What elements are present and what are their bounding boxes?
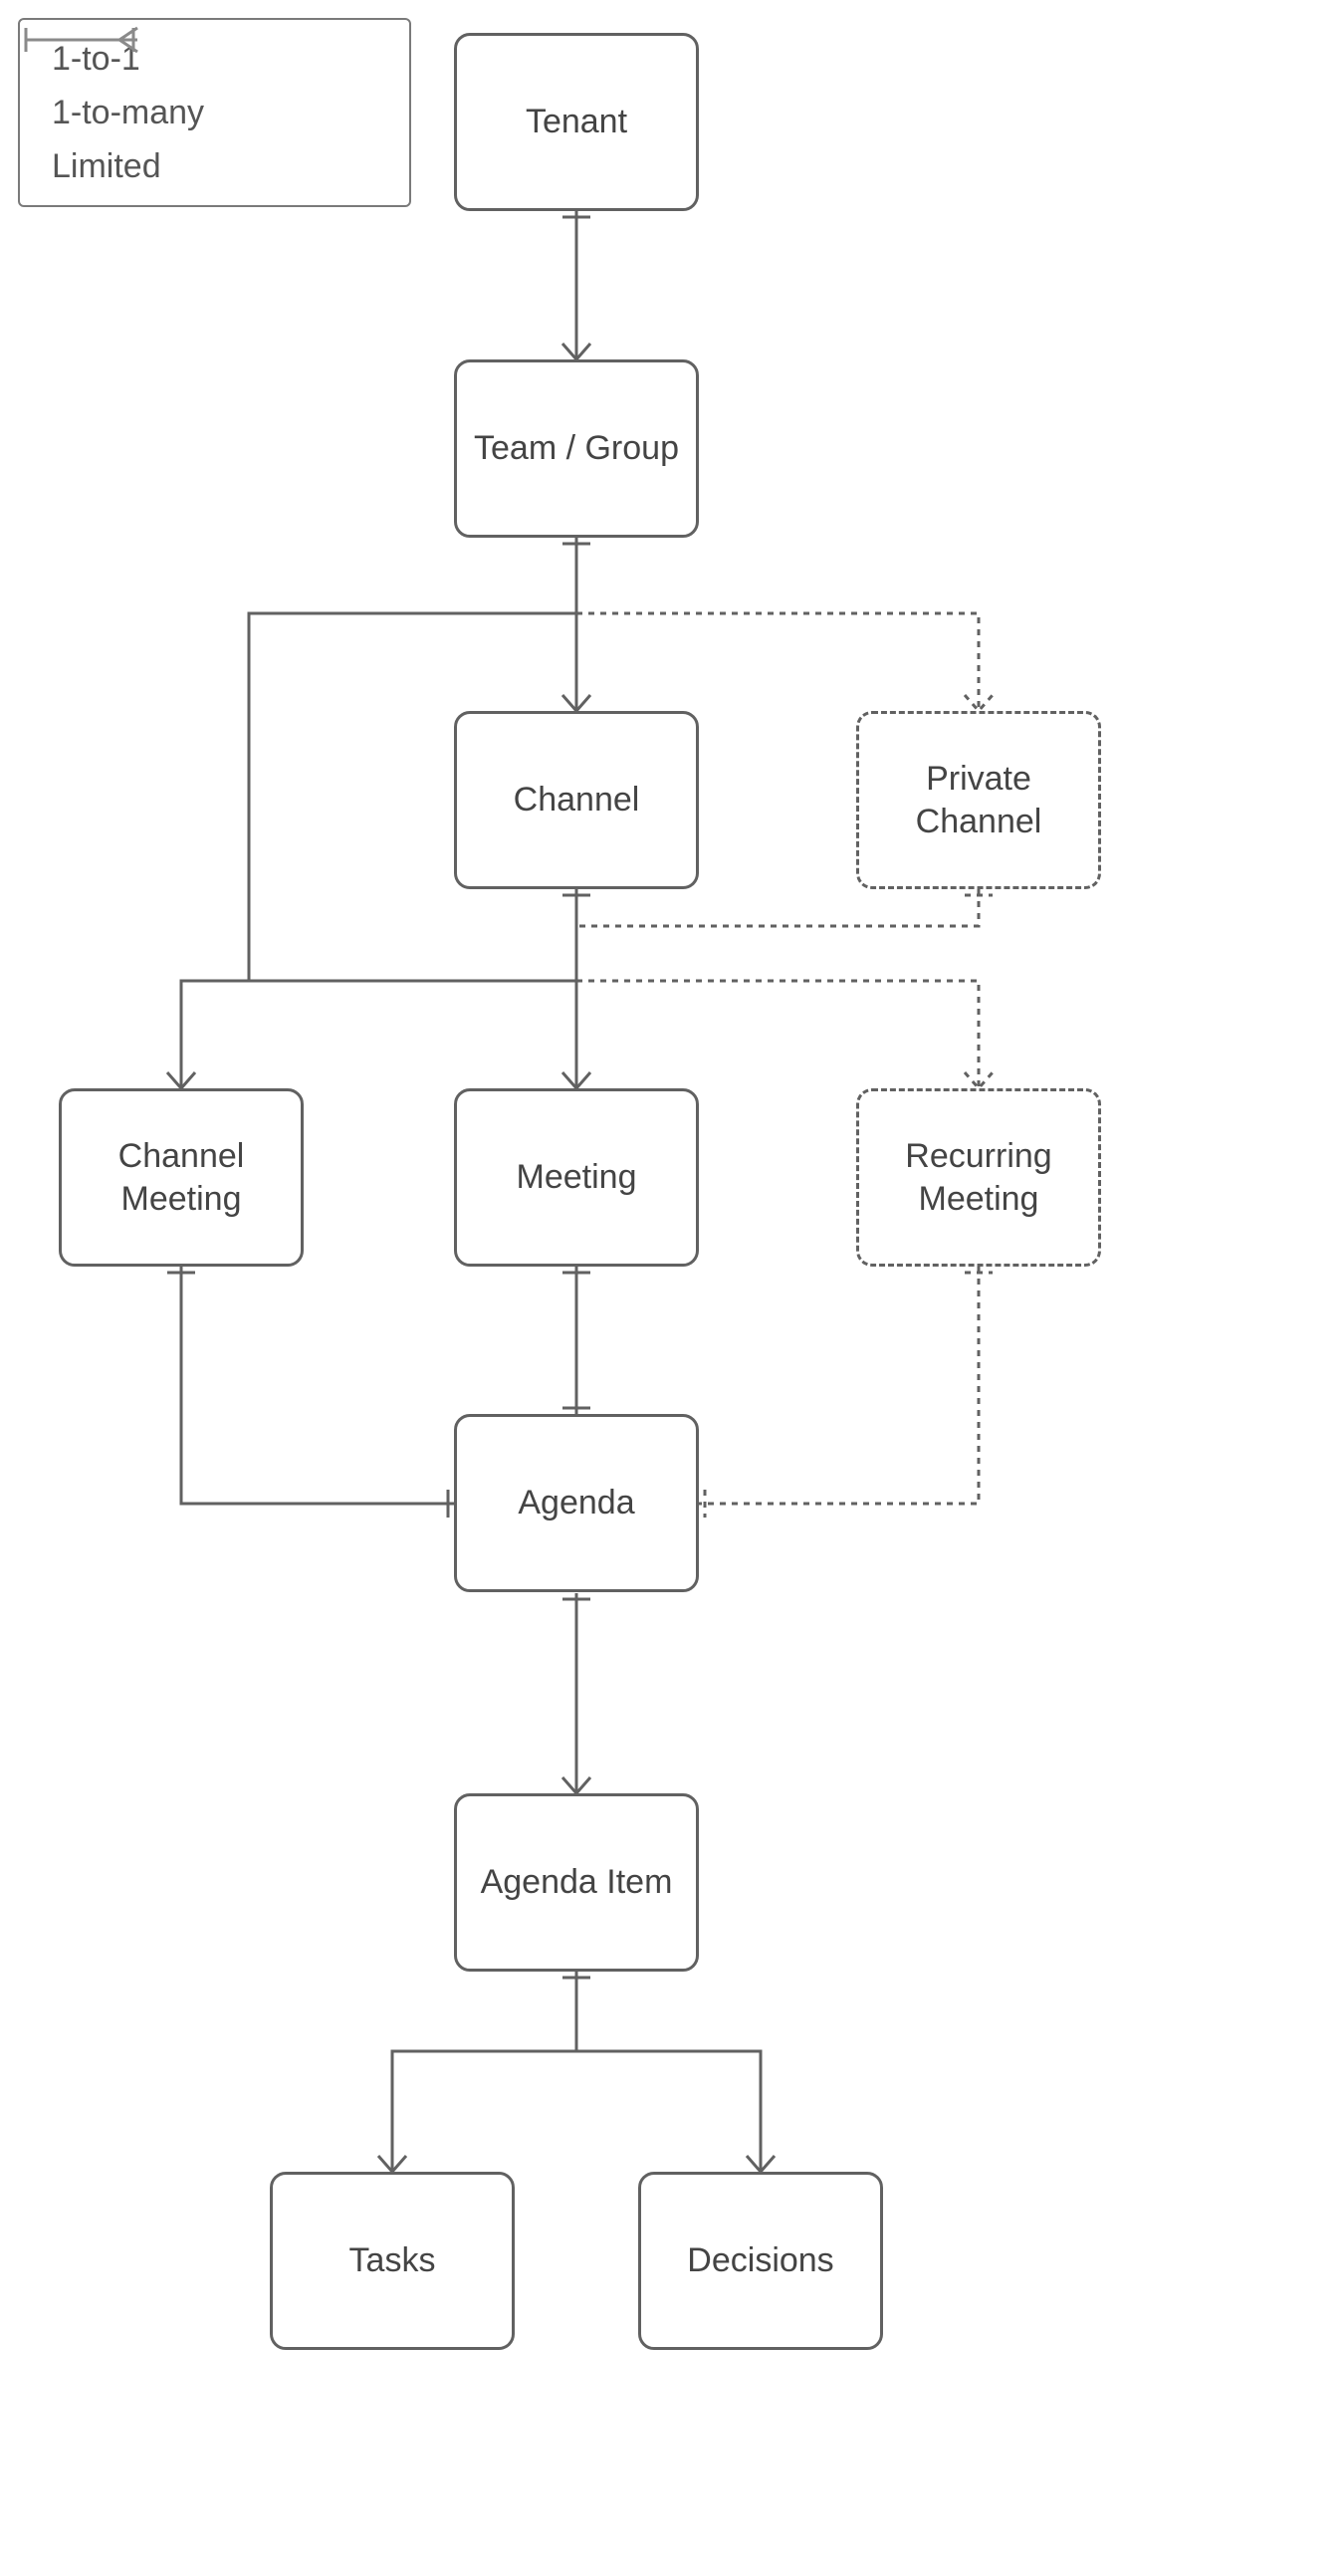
- edge-channelmeeting-agenda: [167, 1267, 454, 1518]
- node-agenda-item-label: Agenda Item: [481, 1861, 673, 1904]
- node-tenant-label: Tenant: [526, 101, 627, 143]
- edge-teamgroup-privatechannel: [576, 613, 993, 711]
- legend-label-limited: Limited: [52, 147, 161, 186]
- node-meeting: Meeting: [454, 1088, 699, 1267]
- node-team-group: Team / Group: [454, 359, 699, 538]
- node-tasks-label: Tasks: [349, 2239, 436, 2282]
- node-agenda: Agenda: [454, 1414, 699, 1592]
- edge-recurringmeeting-agenda: [699, 1267, 993, 1518]
- edge-channel-recurringmeeting: [576, 981, 993, 1088]
- node-agenda-item: Agenda Item: [454, 1793, 699, 1972]
- node-decisions-label: Decisions: [687, 2239, 833, 2282]
- legend-row-one-to-many: 1-to-many: [38, 86, 391, 139]
- edge-teamgroup-channel: [562, 538, 590, 711]
- node-channel: Channel: [454, 711, 699, 889]
- edge-agenda-agendaitem: [562, 1593, 590, 1793]
- edge-channel-meeting: [562, 889, 590, 1088]
- edge-privatechannel-bus: [576, 889, 993, 926]
- node-private-channel: Private Channel: [856, 711, 1101, 889]
- node-agenda-label: Agenda: [518, 1482, 634, 1524]
- edge-agendaitem-decisions: [576, 2051, 775, 2172]
- node-channel-meeting: Channel Meeting: [59, 1088, 304, 1267]
- legend-glyph-limited: [20, 20, 139, 60]
- legend: 1-to-1 1-to-many Limited: [18, 18, 411, 207]
- legend-label-one-to-many: 1-to-many: [52, 94, 204, 132]
- node-private-channel-label: Private Channel: [916, 758, 1042, 842]
- node-team-group-label: Team / Group: [474, 427, 679, 470]
- node-tasks: Tasks: [270, 2172, 515, 2350]
- node-decisions: Decisions: [638, 2172, 883, 2350]
- node-recurring-meeting: Recurring Meeting: [856, 1088, 1101, 1267]
- edge-agendaitem-tasks: [378, 1972, 590, 2172]
- node-meeting-label: Meeting: [517, 1156, 637, 1199]
- node-channel-label: Channel: [514, 779, 640, 821]
- node-tenant: Tenant: [454, 33, 699, 211]
- diagram-canvas: 1-to-1 1-to-many Limited Tenant Team / G…: [0, 0, 1344, 2576]
- node-channel-meeting-label: Channel Meeting: [118, 1135, 245, 1220]
- edge-meeting-agenda: [562, 1267, 590, 1414]
- edge-tenant-teamgroup: [562, 211, 590, 359]
- legend-row-limited: Limited: [38, 139, 391, 193]
- node-recurring-meeting-label: Recurring Meeting: [905, 1135, 1051, 1220]
